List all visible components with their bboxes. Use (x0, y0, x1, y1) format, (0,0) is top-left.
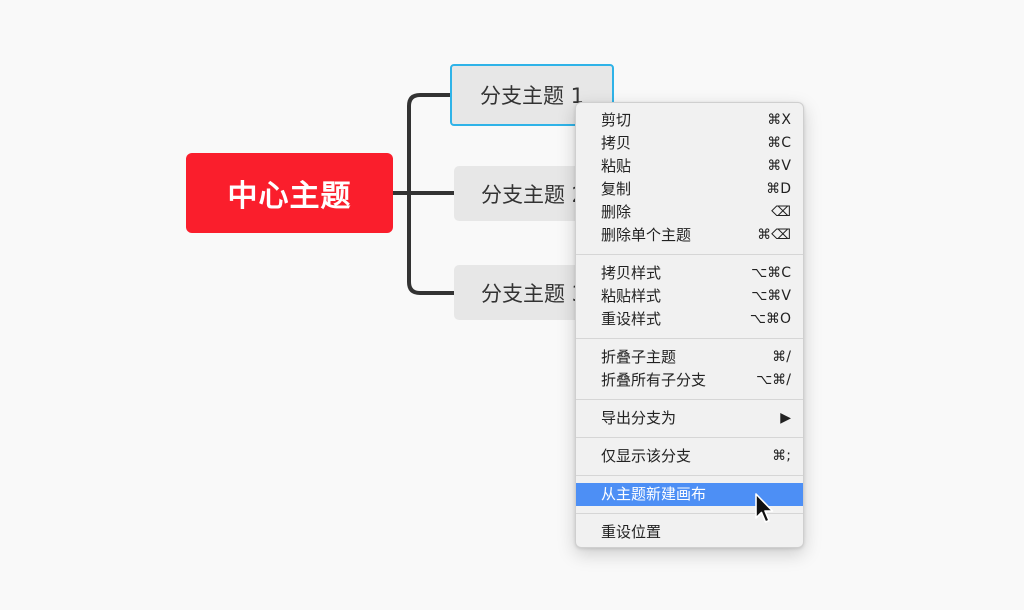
menu-item-shortcut: ⌫ (771, 204, 791, 220)
central-topic-label: 中心主题 (227, 179, 352, 214)
branch-topic-label: 分支主题 3 (480, 281, 586, 306)
menu-item-shortcut: ⌘; (772, 448, 791, 464)
menu-item-shortcut: ⌘D (766, 181, 791, 197)
menu-item-duplicate[interactable]: 复制 ⌘D (576, 178, 803, 201)
menu-item-copy-style[interactable]: 拷贝样式 ⌥⌘C (576, 262, 803, 285)
menu-separator (576, 338, 803, 339)
branch-topic-label: 分支主题 1 (479, 84, 585, 108)
menu-item-label: 仅显示该分支 (601, 447, 692, 465)
menu-item-label: 删除单个主题 (601, 226, 692, 244)
menu-item-label: 从主题新建画布 (601, 485, 707, 503)
menu-item-reset-style[interactable]: 重设样式 ⌥⌘O (576, 308, 803, 331)
menu-item-label: 拷贝样式 (601, 264, 662, 282)
menu-item-label: 删除 (601, 203, 632, 221)
menu-item-delete[interactable]: 删除 ⌫ (576, 201, 803, 224)
menu-item-delete-single-topic[interactable]: 删除单个主题 ⌘⌫ (576, 224, 803, 247)
branch-topic-label: 分支主题 2 (480, 182, 586, 207)
menu-item-shortcut: ⌥⌘O (749, 311, 791, 327)
menu-item-label: 折叠子主题 (601, 348, 677, 366)
menu-item-cut[interactable]: 剪切 ⌘X (576, 109, 803, 132)
menu-item-show-only-branch[interactable]: 仅显示该分支 ⌘; (576, 445, 803, 468)
menu-item-label: 拷贝 (601, 134, 632, 152)
central-topic[interactable]: 中心主题 (186, 153, 393, 233)
menu-item-paste[interactable]: 粘贴 ⌘V (576, 155, 803, 178)
menu-item-shortcut: ⌘X (767, 112, 791, 128)
menu-item-export-branch[interactable]: 导出分支为 ▶ (576, 407, 803, 430)
mindmap-canvas[interactable]: 中心主题 分支主题 1 分支主题 2 分支主题 3 剪切 ⌘X 拷贝 ⌘C 粘贴… (0, 0, 1024, 610)
menu-item-paste-style[interactable]: 粘贴样式 ⌥⌘V (576, 285, 803, 308)
menu-item-label: 剪切 (601, 111, 632, 129)
menu-separator (576, 437, 803, 438)
menu-item-label: 折叠所有子分支 (601, 371, 707, 389)
menu-separator (576, 254, 803, 255)
menu-item-label: 重设样式 (601, 310, 662, 328)
menu-item-label: 导出分支为 (601, 409, 677, 427)
menu-item-shortcut: ⌥⌘C (751, 265, 791, 281)
mouse-pointer-icon (755, 493, 774, 523)
menu-item-shortcut: ⌘V (767, 158, 791, 174)
submenu-arrow-icon: ▶ (780, 410, 791, 426)
menu-item-label: 重设位置 (601, 523, 662, 541)
menu-item-shortcut: ⌘C (767, 135, 791, 151)
menu-item-collapse-subtopics[interactable]: 折叠子主题 ⌘/ (576, 346, 803, 369)
menu-separator (576, 475, 803, 476)
menu-item-shortcut: ⌥⌘V (751, 288, 791, 304)
menu-item-shortcut: ⌘⌫ (757, 227, 791, 243)
context-menu: 剪切 ⌘X 拷贝 ⌘C 粘贴 ⌘V 复制 ⌘D 删除 ⌫ 删除单个主题 ⌘⌫ 拷… (575, 102, 804, 548)
menu-item-label: 粘贴样式 (601, 287, 662, 305)
menu-item-copy[interactable]: 拷贝 ⌘C (576, 132, 803, 155)
menu-item-label: 复制 (601, 180, 632, 198)
menu-separator (576, 399, 803, 400)
menu-item-label: 粘贴 (601, 157, 632, 175)
menu-item-shortcut: ⌥⌘/ (756, 372, 791, 388)
menu-item-shortcut: ⌘/ (772, 349, 791, 365)
menu-item-collapse-all-branches[interactable]: 折叠所有子分支 ⌥⌘/ (576, 369, 803, 392)
